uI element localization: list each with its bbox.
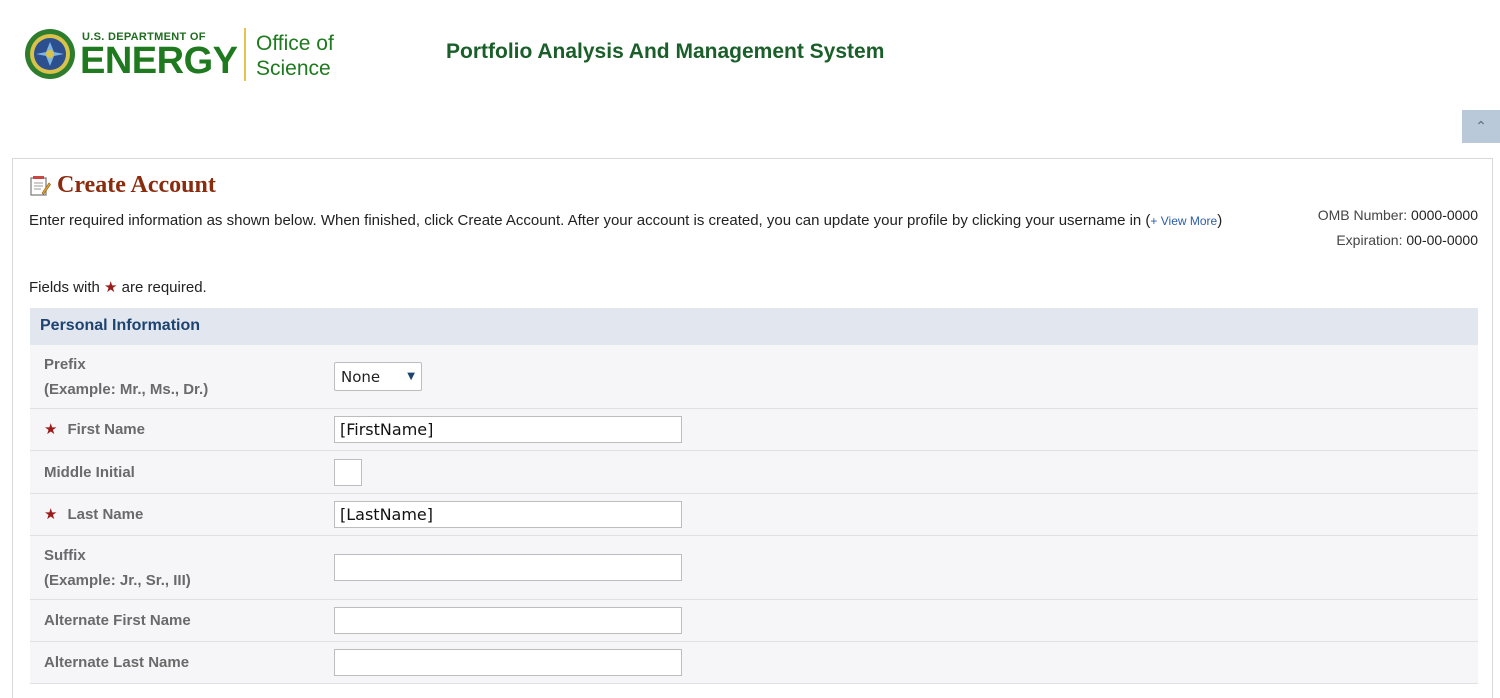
view-more-link[interactable]: + View More: [1150, 214, 1217, 228]
required-star-icon: ★: [44, 506, 58, 523]
alternate-first-name-input[interactable]: [334, 607, 682, 634]
row-alternate-last-name: Alternate Last Name: [30, 642, 1478, 684]
prefix-select[interactable]: None ▼: [334, 362, 422, 391]
required-note: Fields with ★ are required.: [29, 279, 207, 296]
personal-info-form: Prefix (Example: Mr., Ms., Dr.) None ▼ ★…: [30, 345, 1478, 684]
logo-divider: [244, 28, 246, 81]
row-prefix: Prefix (Example: Mr., Ms., Dr.) None ▼: [30, 345, 1478, 409]
caret-down-icon: ▼: [407, 371, 415, 382]
row-first-name: ★ First Name [FirstName]: [30, 409, 1478, 451]
row-alternate-first-name: Alternate First Name: [30, 600, 1478, 642]
row-last-name: ★ Last Name [LastName]: [30, 494, 1478, 536]
first-name-input[interactable]: [FirstName]: [334, 416, 682, 443]
omb-info: OMB Number: 0000-0000 Expiration: 00-00-…: [1317, 207, 1478, 248]
required-star-icon: ★: [44, 421, 58, 438]
row-middle-initial: Middle Initial: [30, 451, 1478, 494]
collapse-header-button[interactable]: ⌃: [1462, 110, 1500, 143]
page-title: Create Account: [57, 172, 216, 198]
doe-seal-icon: [25, 29, 75, 79]
intro-text: Enter required information as shown belo…: [29, 212, 1223, 229]
doe-big-text: ENERGY: [80, 40, 238, 82]
alternate-last-name-input[interactable]: [334, 649, 682, 676]
system-title: Portfolio Analysis And Management System: [446, 40, 885, 63]
form-edit-icon: [30, 175, 51, 196]
last-name-input[interactable]: [LastName]: [334, 501, 682, 528]
page-header: U.S. DEPARTMENT OF ENERGY Office of Scie…: [0, 0, 1500, 110]
suffix-input[interactable]: [334, 554, 682, 581]
panel-title: Create Account: [29, 172, 216, 199]
required-star-icon: ★: [104, 279, 118, 296]
office-of-science: Office of Science: [256, 32, 334, 80]
create-account-panel: Create Account Enter required informatio…: [12, 158, 1493, 698]
double-chevron-up-icon: ⌃: [1475, 118, 1487, 134]
row-suffix: Suffix (Example: Jr., Sr., III): [30, 536, 1478, 600]
section-personal-information: Personal Information: [30, 308, 1478, 345]
middle-initial-input[interactable]: [334, 458, 362, 486]
